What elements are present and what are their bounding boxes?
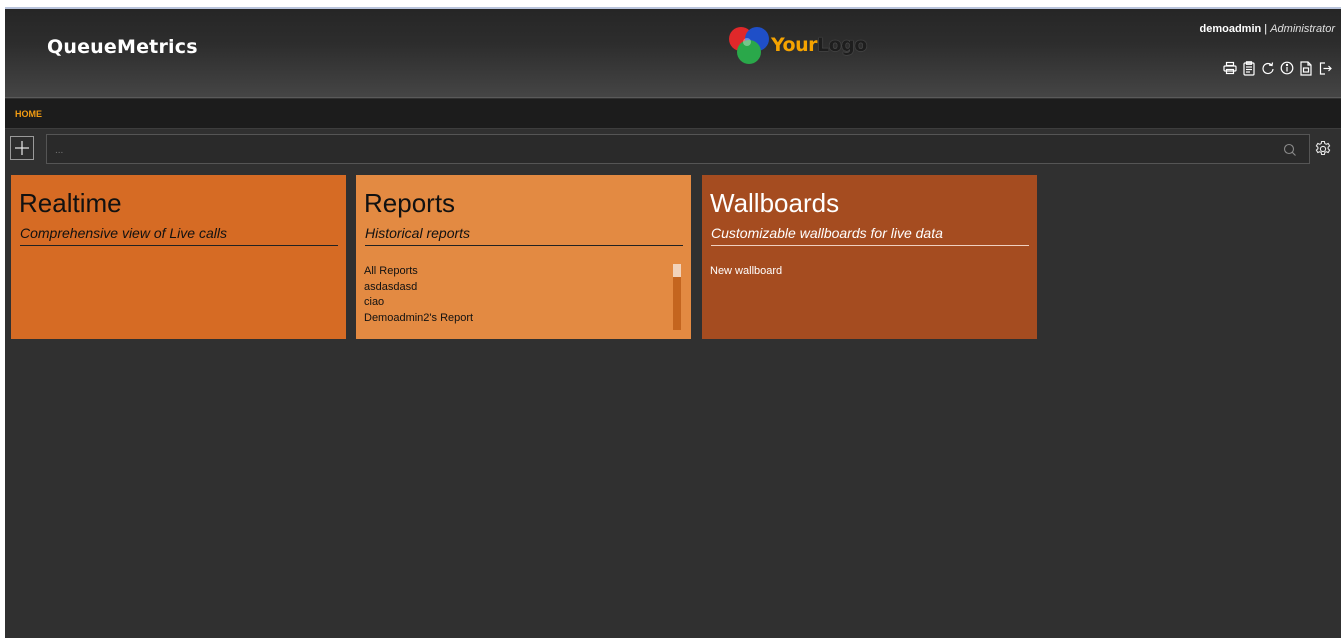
reports-card[interactable]: Reports Historical reports All Reports a… xyxy=(356,175,691,339)
report-item-demoadmin2[interactable]: Demoadmin2's Report xyxy=(364,311,664,327)
document-icon[interactable] xyxy=(1298,59,1314,77)
reports-list: All Reports asdasdasd ciao Demoadmin2's … xyxy=(364,264,664,326)
add-button[interactable] xyxy=(10,136,34,160)
reports-scrollbar[interactable] xyxy=(673,264,681,330)
wallboards-card-title[interactable]: Wallboards xyxy=(710,188,839,219)
report-item-ciao[interactable]: ciao xyxy=(364,295,664,311)
search-input[interactable] xyxy=(55,142,1255,158)
logo-text-your: Your xyxy=(771,34,817,56)
clipboard-icon[interactable] xyxy=(1241,59,1257,77)
logo-circles-icon xyxy=(729,27,769,64)
report-item-all-reports[interactable]: All Reports xyxy=(364,264,664,280)
username: demoadmin xyxy=(1199,23,1262,35)
logo-text-logo: Logo xyxy=(816,34,867,56)
brand-logo: YourLogo xyxy=(725,25,895,67)
realtime-card-title[interactable]: Realtime xyxy=(19,188,122,219)
wallboard-item-new[interactable]: New wallboard xyxy=(710,264,1010,280)
plus-icon xyxy=(15,141,29,155)
logo-text: YourLogo xyxy=(771,34,867,56)
info-icon[interactable] xyxy=(1279,59,1295,77)
app-window: QueueMetrics YourLogo demoadmin | Admini… xyxy=(5,7,1341,638)
logout-icon[interactable] xyxy=(1317,59,1333,77)
header: QueueMetrics YourLogo demoadmin | Admini… xyxy=(5,9,1341,98)
wallboards-card-subtitle: Customizable wallboards for live data xyxy=(711,225,1029,246)
nav-bar: HOME xyxy=(5,99,1341,129)
refresh-icon[interactable] xyxy=(1260,59,1276,77)
realtime-card[interactable]: Realtime Comprehensive view of Live call… xyxy=(11,175,346,339)
user-info: demoadmin | Administrator xyxy=(1199,23,1335,35)
realtime-card-subtitle: Comprehensive view of Live calls xyxy=(20,225,338,246)
wallboards-list: New wallboard xyxy=(710,264,1010,280)
report-item-asdasdasd[interactable]: asdasdasd xyxy=(364,280,664,296)
gear-icon[interactable] xyxy=(1314,140,1332,158)
search-bar xyxy=(46,134,1310,164)
reports-card-subtitle: Historical reports xyxy=(365,225,683,246)
reports-scroll-thumb[interactable] xyxy=(673,264,681,277)
reports-card-title[interactable]: Reports xyxy=(364,188,455,219)
toolbar xyxy=(1222,59,1333,77)
print-icon[interactable] xyxy=(1222,59,1238,77)
wallboards-card[interactable]: Wallboards Customizable wallboards for l… xyxy=(702,175,1037,339)
user-role: Administrator xyxy=(1270,23,1335,35)
app-title: QueueMetrics xyxy=(47,36,198,58)
nav-home-link[interactable]: HOME xyxy=(15,109,42,119)
search-icon[interactable] xyxy=(1283,143,1297,157)
user-separator: | xyxy=(1261,23,1271,35)
